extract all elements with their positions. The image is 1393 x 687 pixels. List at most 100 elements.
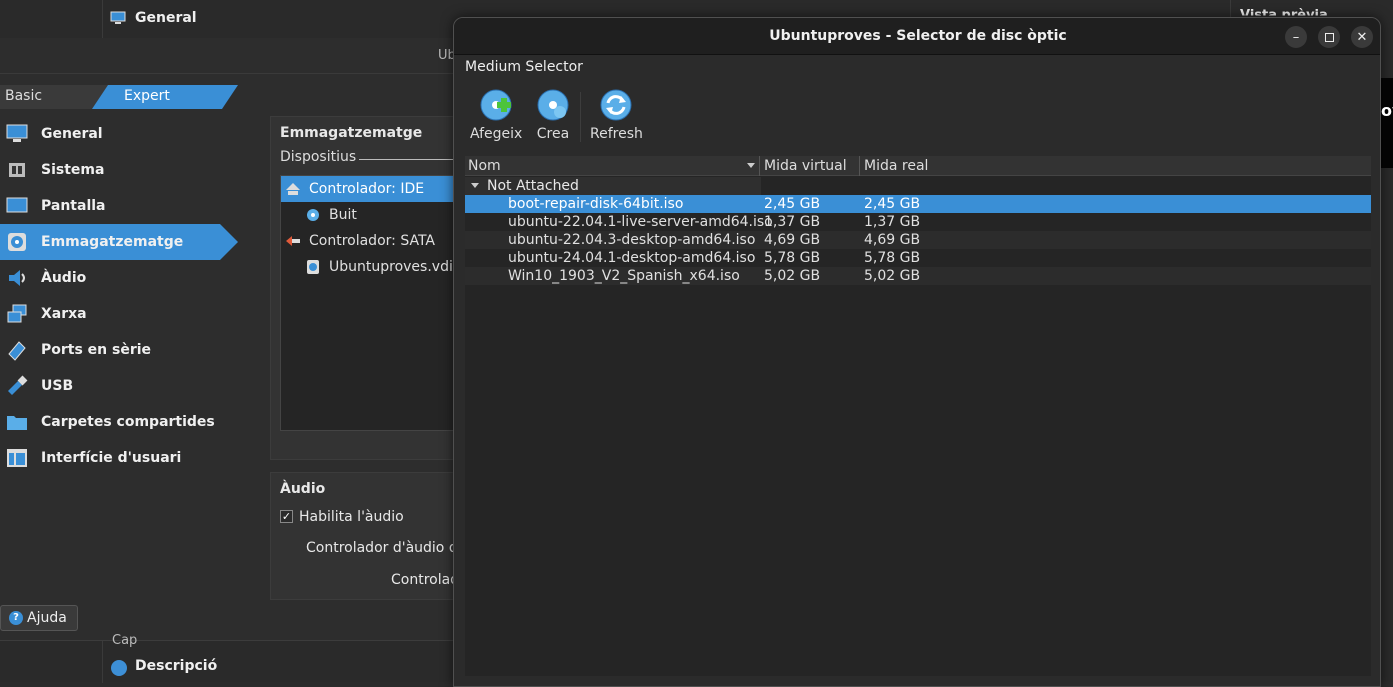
table-row[interactable]: Win10_1903_V2_Spanish_x64.iso 5,02 GB 5,… bbox=[465, 267, 1371, 285]
maximize-button[interactable] bbox=[1318, 26, 1340, 48]
settings-dialog: Ub Basic Expert General Sistema Pantalla… bbox=[0, 38, 471, 640]
monitor-icon bbox=[5, 122, 29, 146]
optical-disc-icon bbox=[305, 207, 321, 223]
help-icon: ? bbox=[9, 611, 23, 625]
tree-item-label: Buit bbox=[329, 207, 357, 223]
row-name: Win10_1903_V2_Spanish_x64.iso bbox=[508, 268, 740, 284]
toolbar: Afegeix Crea Refresh bbox=[454, 80, 1380, 154]
row-name: ubuntu-24.04.1-desktop-amd64.iso bbox=[508, 250, 756, 266]
add-button[interactable]: Afegeix bbox=[470, 88, 522, 142]
window-icon bbox=[5, 446, 29, 470]
refresh-button[interactable]: Refresh bbox=[590, 88, 643, 142]
minimize-button[interactable]: – bbox=[1285, 26, 1307, 48]
create-button[interactable]: Crea bbox=[536, 88, 570, 142]
tree-item-empty-optical[interactable]: Buit bbox=[281, 202, 471, 228]
hard-disk-icon bbox=[305, 259, 321, 275]
sidebar-item-label: Emmagatzematge bbox=[41, 234, 184, 250]
main-window-details: Cap Descripció bbox=[0, 633, 460, 683]
storage-title: Emmagatzematge bbox=[280, 125, 423, 141]
close-icon: ✕ bbox=[1356, 29, 1368, 45]
sidebar-item-interficie[interactable]: Interfície d'usuari bbox=[0, 440, 238, 476]
devices-label: Dispositius bbox=[280, 149, 357, 165]
row-real-size: 2,45 GB bbox=[864, 196, 921, 212]
group-row-not-attached[interactable]: Not Attached bbox=[465, 177, 761, 195]
monitor-icon bbox=[110, 11, 126, 24]
network-icon bbox=[5, 302, 29, 326]
row-real-size: 4,69 GB bbox=[864, 232, 921, 248]
chip-icon bbox=[5, 158, 29, 182]
row-real-size: 5,02 GB bbox=[864, 268, 921, 284]
folder-icon bbox=[5, 410, 29, 434]
storage-device-tree[interactable]: Controlador: IDE Buit Controlador: SATA … bbox=[280, 175, 471, 431]
column-header-name[interactable]: Nom bbox=[468, 158, 501, 174]
cap-label: Cap bbox=[112, 633, 138, 648]
row-virtual-size: 1,37 GB bbox=[764, 214, 821, 230]
close-button[interactable]: ✕ bbox=[1351, 26, 1373, 48]
row-virtual-size: 5,78 GB bbox=[764, 250, 821, 266]
sidebar-item-emmagatzematge[interactable]: Emmagatzematge bbox=[0, 224, 238, 260]
settings-titlebar: Ub bbox=[0, 38, 460, 74]
optical-disk-selector-dialog: Ubuntuproves - Selector de disc òptic – … bbox=[453, 17, 1381, 687]
enable-audio-checkbox[interactable]: ✓ bbox=[280, 510, 293, 523]
audio-controller-label-2: Controlad bbox=[391, 572, 460, 588]
create-button-label: Crea bbox=[536, 126, 570, 142]
audio-controller-label: Controlador d'àudio d bbox=[306, 540, 458, 556]
sidebar-item-label: Ports en sèrie bbox=[41, 342, 152, 358]
chevron-down-icon bbox=[471, 183, 479, 188]
sidebar-item-label: Xarxa bbox=[41, 306, 87, 322]
sata-controller-icon bbox=[285, 233, 301, 249]
tree-item-sata-controller[interactable]: Controlador: SATA bbox=[281, 228, 471, 254]
tree-item-vdi-disk[interactable]: Ubuntuproves.vdi bbox=[281, 254, 471, 280]
tab-expert[interactable]: Expert bbox=[92, 85, 238, 109]
row-virtual-size: 2,45 GB bbox=[764, 196, 821, 212]
column-separator bbox=[859, 156, 860, 176]
sidebar-item-audio[interactable]: Àudio bbox=[0, 260, 238, 296]
row-name: boot-repair-disk-64bit.iso bbox=[508, 196, 684, 212]
add-disc-icon bbox=[480, 89, 512, 121]
tree-item-ide-controller[interactable]: Controlador: IDE bbox=[281, 176, 471, 202]
main-window-left-strip-bottom bbox=[0, 641, 103, 683]
tree-item-label: Ubuntuproves.vdi bbox=[329, 259, 453, 275]
table-row[interactable]: ubuntu-24.04.1-desktop-amd64.iso 5,78 GB… bbox=[465, 249, 1371, 267]
sidebar-item-sistema[interactable]: Sistema bbox=[0, 152, 238, 188]
audio-title: Àudio bbox=[280, 481, 326, 497]
sidebar-item-label: Interfície d'usuari bbox=[41, 450, 182, 466]
sidebar-item-label: Sistema bbox=[41, 162, 105, 178]
refresh-button-label: Refresh bbox=[590, 126, 643, 142]
toolbar-separator bbox=[580, 92, 581, 142]
row-real-size: 1,37 GB bbox=[864, 214, 921, 230]
sidebar-item-carpetes[interactable]: Carpetes compartides bbox=[0, 404, 238, 440]
tab-basic[interactable]: Basic bbox=[0, 85, 108, 109]
sidebar-item-usb[interactable]: USB bbox=[0, 368, 238, 404]
menu-medium-selector[interactable]: Medium Selector bbox=[465, 59, 583, 75]
table-row[interactable]: ubuntu-22.04.1-live-server-amd64.iso 1,3… bbox=[465, 213, 1371, 231]
sidebar-item-pantalla[interactable]: Pantalla bbox=[0, 188, 238, 224]
sidebar-item-xarxa[interactable]: Xarxa bbox=[0, 296, 238, 332]
sidebar-item-label: Pantalla bbox=[41, 198, 106, 214]
preview-screen bbox=[1381, 78, 1393, 168]
row-name: ubuntu-22.04.3-desktop-amd64.iso bbox=[508, 232, 756, 248]
ide-controller-icon bbox=[285, 181, 301, 197]
tab-expert-label: Expert bbox=[124, 88, 170, 104]
main-window-left-strip bbox=[0, 0, 103, 38]
table-row[interactable]: boot-repair-disk-64bit.iso 2,45 GB 2,45 … bbox=[465, 195, 1371, 213]
row-virtual-size: 4,69 GB bbox=[764, 232, 821, 248]
speaker-icon bbox=[5, 266, 29, 290]
dialog-titlebar: Ubuntuproves - Selector de disc òptic – … bbox=[454, 18, 1380, 55]
row-name: ubuntu-22.04.1-live-server-amd64.iso bbox=[508, 214, 773, 230]
tree-item-label: Controlador: IDE bbox=[309, 181, 425, 197]
row-real-size: 5,78 GB bbox=[864, 250, 921, 266]
sidebar-item-ports[interactable]: Ports en sèrie bbox=[0, 332, 238, 368]
column-header-real-size[interactable]: Mida real bbox=[864, 158, 928, 174]
speech-bubble-icon bbox=[111, 660, 127, 676]
sidebar-item-label: USB bbox=[41, 378, 74, 394]
sidebar-item-label: Àudio bbox=[41, 270, 87, 286]
minimize-icon: – bbox=[1292, 29, 1300, 45]
column-separator bbox=[759, 156, 760, 176]
table-row[interactable]: ubuntu-22.04.3-desktop-amd64.iso 4,69 GB… bbox=[465, 231, 1371, 249]
usb-icon bbox=[5, 374, 29, 398]
column-header-virtual-size[interactable]: Mida virtual bbox=[764, 158, 847, 174]
help-button[interactable]: ? Ajuda bbox=[0, 605, 78, 631]
sidebar-item-general[interactable]: General bbox=[0, 116, 238, 152]
medium-table: Nom Mida virtual Mida real Not Attached … bbox=[465, 156, 1371, 676]
